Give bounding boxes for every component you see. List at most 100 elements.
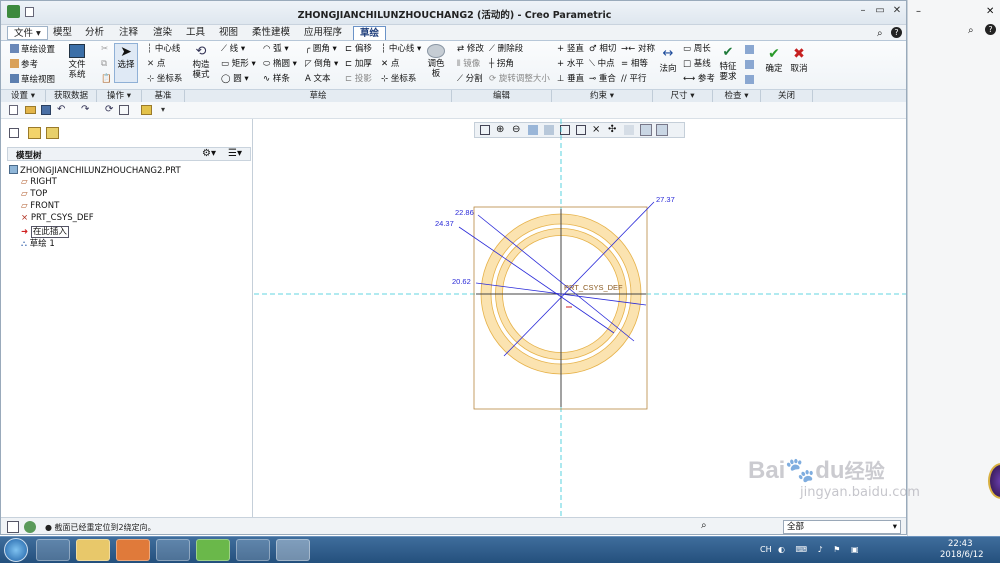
sketch-csys-button[interactable]: ⊹ 坐标系 [381, 74, 416, 85]
browser-toggle-icon[interactable] [24, 521, 36, 533]
tab-tools[interactable]: 工具 [180, 26, 211, 40]
bg-search-icon[interactable]: ⌕ [968, 25, 974, 36]
paste-icon[interactable]: 📋 [101, 74, 112, 85]
inspect-icon-1[interactable] [745, 45, 754, 54]
bg-minimize-icon[interactable]: – [916, 6, 921, 17]
assistant-orb-icon[interactable] [988, 463, 1000, 499]
bg-help-icon[interactable]: ? [985, 24, 996, 35]
taskbar-explorer-icon[interactable] [76, 539, 110, 561]
favorites-tab-icon[interactable] [46, 127, 59, 139]
line-button[interactable]: ⟋ 线 ▾ [221, 44, 245, 55]
language-indicator[interactable]: CH [760, 545, 772, 554]
perimeter-button[interactable]: ▭ 周长 [683, 44, 711, 55]
bg-close-icon[interactable]: ✕ [986, 6, 994, 17]
start-button[interactable] [4, 538, 28, 562]
group-operations[interactable]: 操作 ▾ [97, 90, 142, 102]
divide-button[interactable]: ⟋ 分割 [457, 74, 483, 85]
copy-icon[interactable]: ⧉ [101, 59, 107, 70]
maximize-button[interactable]: ▭ [873, 5, 887, 18]
sketch-point-button[interactable]: ✕ 点 [381, 59, 399, 70]
corner-button[interactable]: ┼ 拐角 [489, 59, 514, 70]
circle-button[interactable]: ◯ 圆 ▾ [221, 74, 249, 85]
filter-select[interactable]: 全部 ▾ [783, 520, 901, 534]
construction-mode-button[interactable]: ⟲ 构造模式 [190, 44, 212, 80]
cancel-button[interactable]: ✖ 取消 [789, 44, 809, 75]
group-inspect[interactable]: 检查 ▾ [713, 90, 761, 102]
sketch-view-button[interactable]: 草绘视图 [10, 74, 55, 86]
taskbar-creo-icon[interactable] [276, 539, 310, 561]
open-folder-icon[interactable] [25, 106, 36, 114]
tree-item-front[interactable]: ▱ FRONT [21, 201, 59, 211]
text-button[interactable]: A 文本 [305, 74, 331, 85]
mirror-button[interactable]: ⫴ 镜像 [457, 59, 480, 70]
rectangle-button[interactable]: ▭ 矩形 ▾ [221, 59, 256, 70]
nav-toggle-icon[interactable] [7, 521, 19, 533]
tab-file[interactable]: 文件 ▾ [7, 26, 48, 40]
clock-date[interactable]: 2018/6/12 [940, 550, 984, 560]
taskbar-baidu-icon[interactable] [156, 539, 190, 561]
regenerate-icon[interactable]: ⟳ [105, 104, 113, 115]
tab-render[interactable]: 渲染 [147, 26, 178, 40]
spline-button[interactable]: ∿ 样条 [263, 74, 290, 85]
select-button[interactable]: ➤ 选择 [114, 43, 138, 83]
taskbar-media-icon[interactable] [116, 539, 150, 561]
rotate-resize-button[interactable]: ⟳ 旋转调整大小 [489, 74, 550, 85]
midpoint-constraint-button[interactable]: ⟍ 中点 [589, 59, 615, 70]
dimension-label-27-37[interactable]: 27.37 [656, 195, 675, 204]
inspect-icon-3[interactable] [745, 75, 754, 84]
windows-icon[interactable] [119, 105, 129, 115]
new-file-icon[interactable] [9, 105, 18, 115]
datum-csys-button[interactable]: ⊹ 坐标系 [147, 74, 182, 85]
vertical-constraint-button[interactable]: + 竖直 [557, 44, 584, 55]
tree-show-icon[interactable]: ☰▾ [228, 148, 242, 159]
feature-requirements-button[interactable]: ✔ 特征要求 [717, 44, 739, 82]
offset-button[interactable]: ⊏ 偏移 [345, 44, 372, 55]
thicken-button[interactable]: ⊏ 加厚 [345, 59, 372, 70]
tab-analysis[interactable]: 分析 [79, 26, 110, 40]
group-dimension[interactable]: 尺寸 ▾ [653, 90, 713, 102]
tree-item-part[interactable]: ZHONGJIANCHILUNZHOUCHANG2.PRT [9, 165, 181, 176]
sketch-centerline-button[interactable]: ┆ 中心线 ▾ [381, 44, 421, 55]
cut-icon[interactable]: ✂ [101, 44, 108, 55]
close-window-icon[interactable] [141, 105, 152, 115]
horizontal-constraint-button[interactable]: + 水平 [557, 59, 584, 70]
find-icon[interactable]: ⌕ [701, 520, 707, 531]
tab-annotate[interactable]: 注释 [113, 26, 144, 40]
undo-icon[interactable]: ↶ [57, 104, 65, 115]
coincident-constraint-button[interactable]: ⊸ 重合 [589, 74, 616, 85]
tray-icons[interactable]: ◐ ⌨ ♪ ⚑ ▣ [778, 545, 863, 554]
datum-centerline-button[interactable]: ┆ 中心线 [147, 44, 180, 55]
palette-button[interactable]: 调色板 [425, 44, 447, 79]
redo-icon[interactable]: ↷ [81, 104, 89, 115]
folder-browser-tab-icon[interactable] [28, 127, 41, 139]
equal-constraint-button[interactable]: = 相等 [621, 59, 648, 70]
symmetric-constraint-button[interactable]: →← 对称 [621, 44, 655, 55]
tangent-constraint-button[interactable]: ♂ 相切 [589, 44, 616, 55]
delete-segment-button[interactable]: ⟋ 删除段 [489, 44, 523, 55]
dimension-label-24-37[interactable]: 24.37 [435, 219, 454, 228]
dimension-label-20-62[interactable]: 20.62 [452, 277, 471, 286]
tab-model[interactable]: 模型 [47, 26, 78, 40]
tab-sketch[interactable]: 草绘 [353, 26, 387, 40]
ellipse-button[interactable]: ⬭ 椭圆 ▾ [263, 59, 297, 70]
arc-button[interactable]: ◠ 弧 ▾ [263, 44, 289, 55]
taskbar-paint-icon[interactable] [236, 539, 270, 561]
tree-item-top[interactable]: ▱ TOP [21, 189, 47, 199]
baseline-button[interactable]: □ 基线 [683, 59, 711, 70]
model-tree-tab-icon[interactable] [9, 128, 19, 138]
tree-item-sketch1[interactable]: ⛬ 草绘 1 [21, 237, 55, 249]
inspect-icon-2[interactable] [745, 60, 754, 69]
save-icon[interactable] [41, 105, 51, 115]
reference-dimension-button[interactable]: ⟷ 参考 [683, 74, 715, 85]
references-button[interactable]: 参考 [10, 59, 38, 71]
minimize-button[interactable]: – [856, 5, 870, 18]
modify-button[interactable]: ⇄ 修改 [457, 44, 484, 55]
close-button[interactable]: ✕ [890, 5, 904, 18]
datum-point-button[interactable]: ✕ 点 [147, 59, 165, 70]
tree-item-csys[interactable]: ⨯ PRT_CSYS_DEF [21, 213, 94, 223]
perpendicular-constraint-button[interactable]: ⊥ 垂直 [557, 74, 584, 85]
parallel-constraint-button[interactable]: // 平行 [621, 74, 646, 85]
normal-dimension-button[interactable]: ↔ 法向 [657, 44, 679, 75]
customize-qat-icon[interactable]: ▾ [161, 105, 165, 114]
file-system-button[interactable]: 文件系统 [65, 44, 89, 80]
